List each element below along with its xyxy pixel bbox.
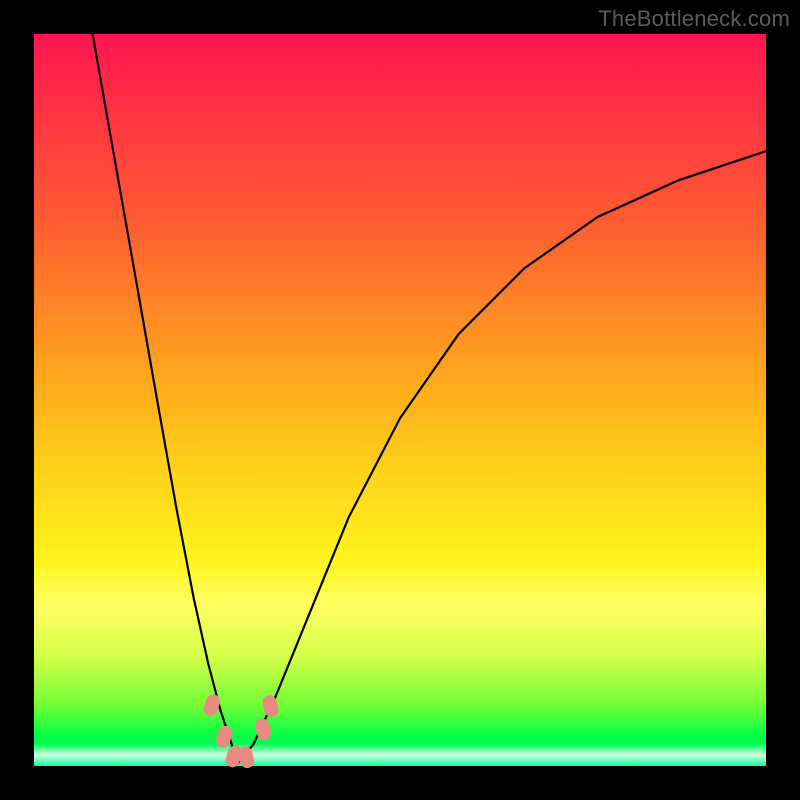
highlighted-points bbox=[202, 693, 280, 770]
plot-area bbox=[34, 34, 766, 766]
chart-frame: TheBottleneck.com bbox=[0, 0, 800, 800]
highlighted-point bbox=[202, 693, 222, 718]
curve-right-branch bbox=[238, 151, 767, 764]
highlighted-point bbox=[261, 694, 280, 719]
attribution-text: TheBottleneck.com bbox=[598, 6, 790, 32]
bottleneck-curve-svg bbox=[34, 34, 766, 766]
curve-left-branch bbox=[93, 34, 238, 764]
